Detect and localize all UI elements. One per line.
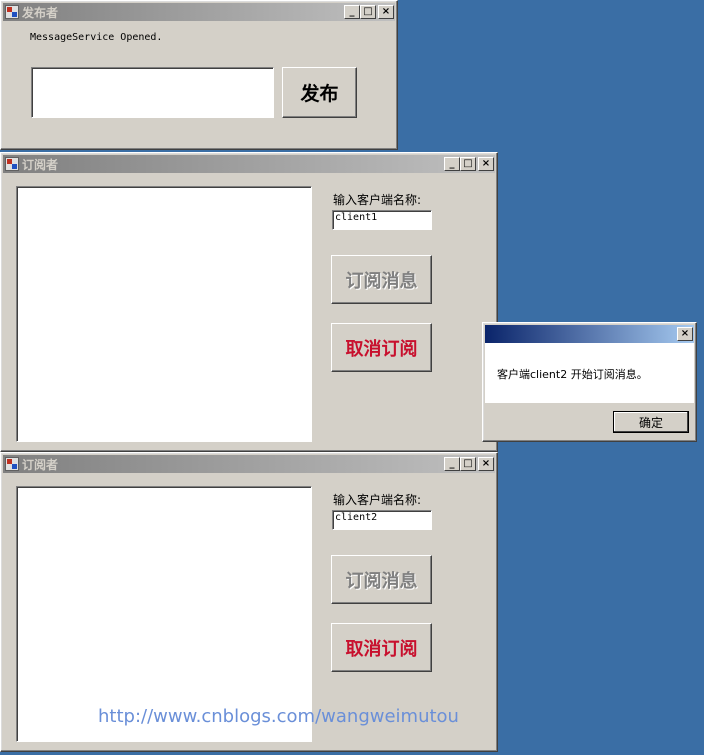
publisher-title: 发布者 [22,5,59,20]
maximize-icon[interactable]: □ [460,157,476,171]
subscriber-title: 订阅者 [22,457,59,472]
watermark-url: http://www.cnblogs.com/wangweimutou [98,706,459,727]
publisher-titlebar[interactable]: 发布者 _ □ × [3,3,395,21]
app-icon [5,457,19,471]
dialog-titlebar[interactable]: × [485,325,694,343]
minimize-icon[interactable]: _ [444,457,460,471]
app-icon [5,157,19,171]
maximize-icon[interactable]: □ [460,457,476,471]
close-icon[interactable]: × [478,457,494,471]
message-dialog: × 客户端client2 开始订阅消息。 确定 [482,322,697,442]
client-name-label: 输入客户端名称: [333,493,422,507]
subscribe-button[interactable]: 订阅消息 [331,255,432,304]
maximize-icon[interactable]: □ [360,5,376,19]
client-name-input[interactable]: client2 [332,510,432,530]
subscriber-title: 订阅者 [22,157,59,172]
client-name-input[interactable]: client1 [332,210,432,230]
close-icon[interactable]: × [378,5,394,19]
close-icon[interactable]: × [478,157,494,171]
subscriber-titlebar[interactable]: 订阅者 _ □ × [3,455,495,473]
subscriber-window-1: 订阅者 _ □ × 输入客户端名称: client1 订阅消息 取消订阅 [0,152,498,452]
app-icon [5,5,19,19]
message-list[interactable] [16,486,312,742]
subscribe-button[interactable]: 订阅消息 [331,555,432,604]
message-input[interactable] [31,67,274,118]
minimize-icon[interactable]: _ [344,5,360,19]
message-list[interactable] [16,186,312,442]
unsubscribe-button[interactable]: 取消订阅 [331,623,432,672]
subscriber-titlebar[interactable]: 订阅者 _ □ × [3,155,495,173]
ok-button[interactable]: 确定 [613,411,689,433]
publish-button[interactable]: 发布 [282,67,357,118]
unsubscribe-button[interactable]: 取消订阅 [331,323,432,372]
dialog-message: 客户端client2 开始订阅消息。 [497,368,648,381]
dialog-body: 客户端client2 开始订阅消息。 [485,343,694,403]
publisher-window: 发布者 _ □ × MessageService Opened. 发布 [0,0,398,150]
minimize-icon[interactable]: _ [444,157,460,171]
client-name-label: 输入客户端名称: [333,193,422,207]
close-icon[interactable]: × [677,327,693,341]
service-status-text: MessageService Opened. [30,32,163,43]
